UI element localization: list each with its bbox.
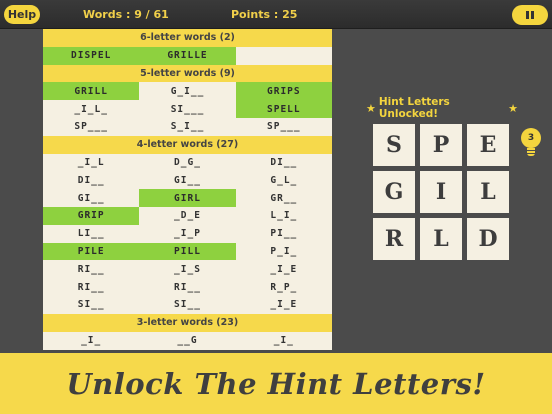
hidden-word-cell: R_P_ bbox=[270, 281, 298, 293]
hidden-word-cell: RI__ bbox=[77, 263, 105, 275]
hidden-word-cell: D_G_ bbox=[174, 156, 201, 168]
hidden-word-cell: GI__ bbox=[174, 174, 201, 186]
lightbulb-icon: 3 bbox=[521, 128, 541, 148]
points-counter: Points : 25 bbox=[231, 8, 298, 21]
pause-icon bbox=[526, 11, 529, 19]
help-button[interactable]: Help bbox=[4, 5, 40, 24]
hidden-word-cell: _I_L_ bbox=[74, 103, 108, 115]
word-row: LI__ _I_P PI__ bbox=[43, 225, 332, 243]
hint-title-text: Hint Letters Unlocked! bbox=[378, 96, 450, 120]
hidden-word-cell: RI__ bbox=[174, 281, 201, 293]
hidden-word-cell: L_I_ bbox=[270, 210, 298, 222]
word-list-table: 6-letter words (2) DISPEL GRILLE 5-letter w… bbox=[43, 29, 332, 350]
hidden-word-cell: G_I__ bbox=[170, 85, 205, 97]
letter-tile[interactable]: L bbox=[467, 171, 509, 213]
star-icon: ★ bbox=[508, 101, 518, 115]
word-row: DI__ GI__ G_L_ bbox=[43, 171, 332, 189]
hidden-word-cell: DI__ bbox=[270, 156, 298, 168]
found-word-cell: DISPEL bbox=[43, 46, 140, 65]
letter-tile[interactable]: G bbox=[373, 171, 415, 213]
hidden-word-cell: S_I__ bbox=[170, 121, 205, 133]
hidden-word-cell: _D_E bbox=[174, 210, 201, 222]
hidden-word-cell: _I_P bbox=[174, 228, 201, 240]
hidden-word-cell: SP___ bbox=[267, 121, 301, 133]
star-icon: ★ bbox=[366, 101, 376, 115]
hidden-word-cell: _I_ bbox=[273, 334, 294, 346]
hidden-word-cell: G_L_ bbox=[270, 174, 298, 186]
hidden-word-cell: _I_S bbox=[174, 263, 201, 275]
found-word-cell: GRIPS bbox=[235, 82, 332, 101]
letter-tile[interactable]: S bbox=[373, 124, 415, 166]
hidden-word-cell: SP___ bbox=[74, 121, 108, 133]
found-word-cell: SPELL bbox=[235, 100, 332, 118]
pause-button[interactable] bbox=[512, 5, 548, 25]
top-bar: Help Words : 9 / 61 Points : 25 bbox=[0, 0, 552, 29]
hidden-word-cell: SI__ bbox=[77, 299, 105, 311]
hidden-word-cell: P_I_ bbox=[270, 245, 298, 257]
hidden-word-cell: _I_E bbox=[270, 299, 298, 311]
hidden-word-cell: LI__ bbox=[77, 228, 105, 240]
word-row: GI__ GIRL GR__ bbox=[43, 189, 332, 207]
hint-title: ★ Hint Letters Unlocked! ★ bbox=[366, 96, 518, 120]
word-row: DISPEL GRILLE bbox=[43, 46, 332, 65]
section-header: 6-letter words (2) bbox=[43, 29, 332, 47]
hidden-word-cell: _I_E bbox=[270, 263, 298, 275]
section-header: 4-letter words (27) bbox=[43, 135, 332, 154]
found-word-cell: GRILLE bbox=[139, 46, 236, 65]
hidden-word-cell: _I_L bbox=[77, 156, 105, 168]
word-row: _I_L_ SI___ SPELL bbox=[43, 100, 332, 118]
section-header: 5-letter words (9) bbox=[43, 64, 332, 83]
hidden-word-cell: __G bbox=[177, 334, 198, 346]
hidden-word-cell: _I_ bbox=[81, 334, 102, 346]
word-row: PILE PILL P_I_ bbox=[43, 242, 332, 261]
section-header: 3-letter words (23) bbox=[43, 313, 332, 332]
word-row: GRILL G_I__ GRIPS bbox=[43, 82, 332, 101]
letter-tile[interactable]: D bbox=[467, 218, 509, 260]
word-row: GRIP _D_E L_I_ bbox=[43, 206, 332, 225]
hidden-word-cell: DI__ bbox=[77, 174, 105, 186]
hidden-word-cell: SI__ bbox=[174, 299, 201, 311]
letter-tile[interactable]: L bbox=[420, 218, 462, 260]
found-word-cell: GRIP bbox=[43, 206, 140, 225]
letter-tile[interactable]: R bbox=[373, 218, 415, 260]
found-word-cell: GRILL bbox=[43, 82, 140, 101]
hint-bulb-button[interactable]: 3 bbox=[521, 128, 541, 158]
lightbulb-base bbox=[527, 148, 535, 156]
hidden-word-cell bbox=[236, 47, 332, 65]
hidden-word-cell: RI__ bbox=[77, 281, 105, 293]
hidden-word-cell: GI__ bbox=[77, 192, 105, 204]
hint-letter-grid: SPEGILRLD bbox=[373, 124, 509, 260]
banner-text: Unlock The Hint Letters! bbox=[66, 366, 486, 401]
word-row: _I_ __G _I_ bbox=[43, 332, 332, 350]
hidden-word-cell: PI__ bbox=[270, 228, 298, 240]
found-word-cell: PILE bbox=[43, 242, 140, 261]
letter-tile[interactable]: E bbox=[467, 124, 509, 166]
letter-tile[interactable]: P bbox=[420, 124, 462, 166]
hidden-word-cell: GR__ bbox=[270, 192, 298, 204]
word-row: SI__ SI__ _I_E bbox=[43, 296, 332, 314]
found-word-cell: GIRL bbox=[139, 189, 236, 207]
word-row: RI__ _I_S _I_E bbox=[43, 260, 332, 278]
letter-tile[interactable]: I bbox=[420, 171, 462, 213]
promo-banner: Unlock The Hint Letters! bbox=[0, 353, 552, 414]
hidden-word-cell: SI___ bbox=[170, 103, 205, 115]
word-row: SP___ S_I__ SP___ bbox=[43, 118, 332, 136]
words-counter: Words : 9 / 61 bbox=[83, 8, 169, 21]
found-word-cell: PILL bbox=[139, 242, 236, 261]
word-row: _I_L D_G_ DI__ bbox=[43, 154, 332, 172]
word-row: RI__ RI__ R_P_ bbox=[43, 278, 332, 296]
